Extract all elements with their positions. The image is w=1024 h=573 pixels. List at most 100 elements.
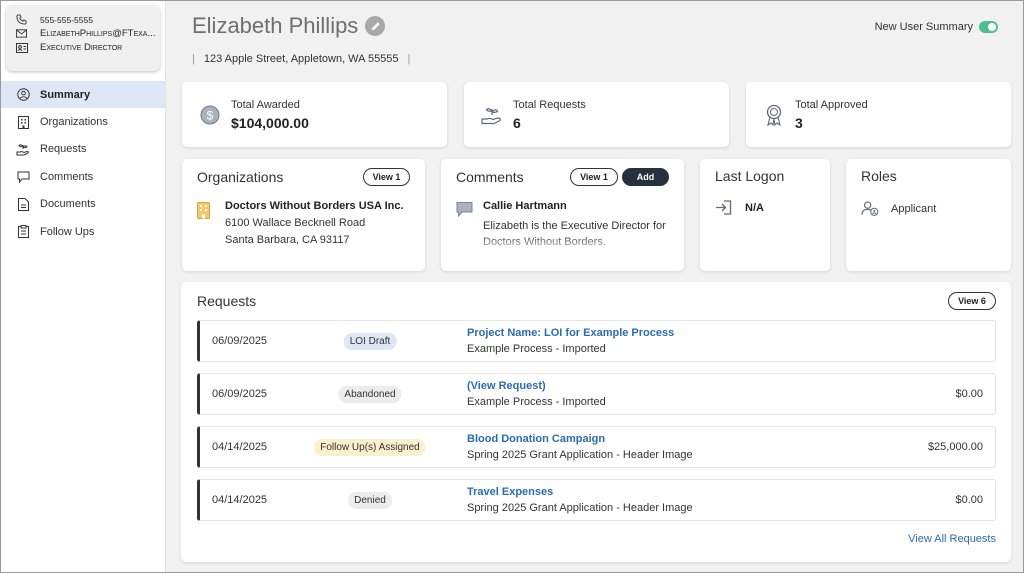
- table-row[interactable]: 04/14/2025 Follow Up(s) Assigned Blood Don…: [197, 426, 996, 468]
- card-title: Comments: [456, 169, 524, 185]
- card-title: Last Logon: [715, 168, 785, 184]
- requests-card: Requests View 6 06/09/2025 LOI Draft Proje…: [181, 282, 1011, 562]
- comments-card: Comments View 1 Add Callie Hartmann Eliz…: [441, 159, 684, 271]
- comment-author: Callie Hartmann: [483, 200, 567, 212]
- contact-title: Executive Director: [16, 41, 160, 54]
- sidebar: 555-555-5555 ElizabethPhillips@FTexa... …: [0, 0, 166, 573]
- request-subtitle: Spring 2025 Grant Application - Header I…: [467, 449, 693, 461]
- total-awarded-card: $ Total Awarded $104,000.00: [182, 82, 447, 147]
- sidebar-item-label: Documents: [40, 198, 96, 211]
- card-title: Requests: [197, 293, 257, 309]
- request-title-link[interactable]: Travel Expenses: [467, 486, 693, 498]
- dollar-coin-icon: $: [199, 104, 221, 126]
- separator: |: [407, 53, 411, 65]
- hand-plant-icon: [481, 104, 503, 126]
- award-ribbon-icon: [763, 104, 785, 126]
- card-title: Roles: [861, 168, 897, 184]
- stat-label: Total Approved: [795, 98, 868, 111]
- organization-street: 6100 Wallace Becknell Road: [225, 217, 366, 229]
- building-icon: [197, 200, 211, 246]
- total-requests-card: Total Requests 6: [464, 82, 729, 147]
- stat-label: Total Awarded: [231, 98, 300, 111]
- user-name: Elizabeth Phillips: [192, 13, 359, 38]
- request-subtitle: Spring 2025 Grant Application - Header I…: [467, 502, 693, 514]
- user-badge-icon: [861, 200, 879, 217]
- sidebar-item-organizations[interactable]: Organizations: [0, 108, 165, 135]
- request-subtitle: Example Process - Imported: [467, 396, 606, 408]
- sidebar-item-summary[interactable]: Summary: [0, 81, 165, 109]
- organizations-card: Organizations View 1 Doctors Without Bor…: [182, 159, 425, 271]
- table-row[interactable]: 06/09/2025 Abandoned (View Request) Example…: [197, 373, 996, 415]
- request-title-link[interactable]: (View Request): [467, 380, 606, 392]
- comment-text: Elizabeth is the Executive Director for …: [483, 220, 666, 248]
- last-logon-card: Last Logon N/A: [700, 159, 830, 271]
- new-user-summary-toggle-group: New User Summary: [875, 21, 998, 33]
- card-title: Organizations: [197, 169, 284, 185]
- view-comments-button[interactable]: View 1: [570, 168, 618, 186]
- sidebar-item-label: Summary: [40, 88, 91, 101]
- contact-email: ElizabethPhillips@FTexa...: [16, 27, 160, 40]
- total-approved-card: Total Approved 3: [746, 82, 1011, 147]
- user-circle-icon: [16, 88, 30, 102]
- request-date: 04/14/2025: [212, 494, 268, 506]
- svg-text:$: $: [207, 108, 214, 122]
- sidebar-item-follow-ups[interactable]: Follow Ups: [0, 218, 165, 245]
- request-amount: $25,000.00: [927, 441, 983, 453]
- status-badge: Follow Up(s) Assigned: [314, 438, 426, 456]
- request-title-link[interactable]: Blood Donation Campaign: [467, 433, 693, 445]
- sidebar-item-requests[interactable]: Requests: [0, 136, 165, 163]
- contact-phone: 555-555-5555: [16, 13, 160, 26]
- page-title: Elizabeth Phillips: [192, 13, 386, 39]
- sidebar-item-label: Comments: [40, 170, 94, 183]
- request-subtitle: Example Process - Imported: [467, 343, 606, 355]
- view-organizations-button[interactable]: View 1: [363, 168, 410, 186]
- stat-label: Total Requests: [513, 98, 586, 111]
- hand-plant-icon: [16, 142, 30, 156]
- phone-icon: [16, 14, 30, 26]
- organization-name[interactable]: Doctors Without Borders USA Inc.: [225, 200, 404, 212]
- organization-city: Santa Barbara, CA 93117: [225, 234, 350, 246]
- status-badge: Denied: [348, 491, 392, 509]
- edit-button[interactable]: [365, 16, 386, 36]
- sidebar-item-documents[interactable]: Documents: [0, 191, 165, 218]
- comment-icon: [456, 200, 474, 250]
- view-requests-button[interactable]: View 6: [948, 292, 996, 310]
- document-icon: [16, 197, 30, 211]
- add-comment-button[interactable]: Add: [622, 168, 669, 186]
- status-badge: LOI Draft: [343, 332, 397, 350]
- request-date: 04/14/2025: [212, 441, 268, 453]
- request-date: 06/09/2025: [212, 388, 268, 400]
- sidebar-item-label: Follow Ups: [40, 225, 95, 238]
- separator: |: [192, 53, 195, 65]
- new-user-summary-toggle[interactable]: [979, 21, 998, 33]
- table-row[interactable]: 06/09/2025 LOI Draft Project Name: LOI for…: [197, 320, 996, 362]
- status-badge: Abandoned: [338, 385, 402, 403]
- building-icon: [16, 115, 30, 129]
- address: 123 Apple Street, Appletown, WA 55555: [203, 53, 399, 65]
- view-all-requests-link[interactable]: View All Requests: [908, 533, 996, 545]
- contact-card: 555-555-5555 ElizabethPhillips@FTexa... …: [6, 5, 160, 71]
- pencil-icon: [371, 21, 380, 30]
- request-amount: $0.00: [955, 388, 983, 400]
- role-value: Applicant: [891, 202, 937, 215]
- stat-value: 3: [795, 114, 803, 131]
- sidebar-item-label: Organizations: [40, 116, 108, 129]
- sidebar-item-label: Requests: [40, 143, 87, 156]
- stat-value: $104,000.00: [231, 114, 309, 131]
- clipboard-icon: [16, 225, 30, 239]
- mail-icon: [16, 28, 30, 40]
- toggle-label: New User Summary: [874, 21, 973, 33]
- request-date: 06/09/2025: [212, 335, 268, 347]
- request-title-link[interactable]: Project Name: LOI for Example Process: [467, 327, 674, 339]
- roles-card: Roles Applicant: [846, 159, 1011, 271]
- stat-value: 6: [513, 114, 521, 131]
- sidebar-item-comments[interactable]: Comments: [0, 163, 165, 190]
- request-amount: $0.00: [955, 494, 983, 506]
- table-row[interactable]: 04/14/2025 Denied Travel Expenses Spring 20…: [197, 479, 996, 521]
- id-card-icon: [16, 42, 30, 54]
- comment-icon: [16, 170, 30, 184]
- last-logon-value: N/A: [745, 201, 764, 214]
- sidebar-nav: Summary Organizations Requests Comments …: [0, 81, 165, 245]
- address-line: | 123 Apple Street, Appletown, WA 55555 |: [192, 53, 419, 65]
- sign-in-icon: [715, 200, 733, 215]
